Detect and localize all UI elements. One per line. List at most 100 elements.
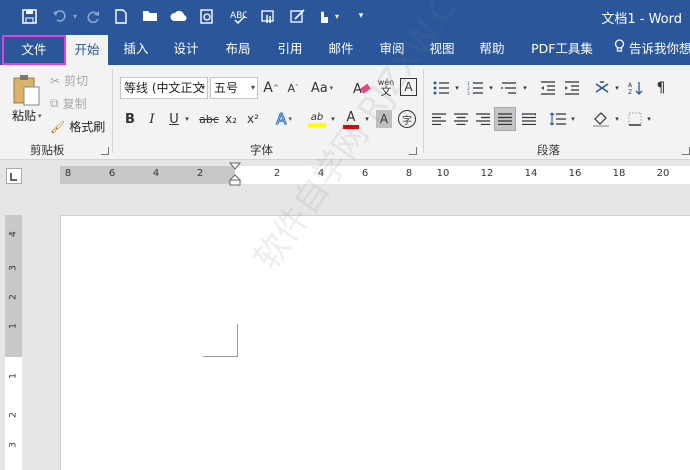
paste-label: 粘贴 (12, 109, 37, 123)
italic-icon[interactable]: I (144, 109, 160, 129)
tab-layout[interactable]: 布局 (220, 33, 256, 65)
undo-dropdown-icon[interactable]: ▾ (70, 6, 80, 26)
line-spacing-icon[interactable] (548, 109, 568, 129)
save-icon[interactable] (18, 6, 40, 26)
underline-icon[interactable]: U (166, 109, 182, 129)
paragraph-group-label: 段落 (537, 143, 560, 157)
enclose-characters-icon[interactable]: 字 (398, 110, 416, 128)
svg-text:A: A (628, 82, 633, 89)
underline-dropdown-icon[interactable]: ▾ (182, 109, 192, 129)
numbering-dropdown-icon[interactable]: ▾ (486, 78, 496, 98)
margin-corner-mark (237, 324, 238, 357)
superscript-icon[interactable]: x² (244, 109, 262, 129)
text-effects-icon[interactable]: A ▾ (274, 109, 294, 129)
cut-button[interactable]: ✂ 剪切 (50, 72, 88, 89)
bullets-dropdown-icon[interactable]: ▾ (452, 78, 462, 98)
chinese-layout-icon[interactable] (592, 78, 612, 98)
shading-icon[interactable] (590, 109, 612, 129)
open-folder-icon[interactable] (140, 6, 160, 26)
ruler-number: 14 (524, 168, 538, 179)
paste-button[interactable]: 粘贴 ▾ (12, 107, 42, 124)
save-cloud-icon[interactable] (168, 6, 188, 26)
borders-icon[interactable] (626, 109, 644, 129)
format-painter-button[interactable]: 🖌 格式刷 (50, 118, 105, 135)
ruler-number: 2 (8, 412, 19, 418)
group-separator (112, 69, 113, 153)
align-left-icon[interactable] (430, 109, 448, 129)
customize-qat-icon[interactable]: ▾ (354, 6, 368, 26)
font-name-dropdown-icon: ▾ (200, 83, 205, 92)
ruler-number: 12 (480, 168, 494, 179)
horizontal-ruler[interactable]: 8 6 4 2 2 4 6 8 10 12 14 16 18 20 (60, 162, 690, 186)
ruler-number: 10 (436, 168, 450, 179)
new-document-icon[interactable] (112, 6, 130, 26)
tab-mailings[interactable]: 邮件 (323, 33, 359, 65)
ruler-number: 1 (8, 323, 19, 329)
grow-font-icon[interactable]: A ^ (262, 78, 280, 98)
undo-icon[interactable] (50, 6, 70, 26)
align-right-icon[interactable] (474, 109, 492, 129)
tab-home[interactable]: 开始 (66, 35, 108, 65)
copy-button[interactable]: ⧉ 复制 (50, 95, 87, 112)
ruler-number: 4 (152, 168, 160, 179)
scissors-icon: ✂ (50, 73, 61, 88)
distributed-icon[interactable] (520, 109, 538, 129)
tab-file[interactable]: 文件 (2, 35, 66, 65)
lightbulb-icon (614, 33, 625, 65)
tell-me-search[interactable]: 告诉我你想 (614, 33, 690, 65)
ruler-number: 2 (8, 294, 19, 300)
chinese-layout-dropdown-icon[interactable]: ▾ (612, 78, 622, 98)
decrease-indent-icon[interactable] (538, 78, 558, 98)
paste-dropdown-icon: ▾ (38, 111, 42, 120)
print-preview-icon[interactable] (198, 6, 216, 26)
vertical-ruler[interactable]: 4 3 2 1 1 2 3 (5, 215, 22, 470)
paragraph-launcher-icon[interactable] (682, 147, 690, 155)
ruler-number: 2 (196, 168, 204, 179)
document-title: 文档1 - Word (601, 12, 682, 27)
strikethrough-icon[interactable]: abc (198, 109, 220, 129)
redo-icon[interactable] (84, 6, 102, 26)
copy-label: 复制 (62, 97, 87, 111)
ruler-number: 2 (273, 168, 281, 179)
touch-pointer-icon[interactable] (314, 6, 332, 26)
bullets-icon[interactable] (430, 78, 452, 98)
sort-icon[interactable]: AZ (626, 78, 646, 98)
document-page[interactable] (60, 215, 690, 470)
align-center-icon[interactable] (452, 109, 470, 129)
font-name-combo[interactable]: 等线 (中文正文 ▾ (120, 77, 208, 99)
spelling-icon[interactable]: ABC (228, 6, 248, 26)
paste-icon[interactable] (8, 71, 44, 109)
font-launcher-icon[interactable] (409, 147, 417, 155)
ruler-number: 6 (108, 168, 116, 179)
pointer-dropdown-icon[interactable]: ▾ (332, 6, 342, 26)
bold-icon[interactable]: B (122, 109, 138, 129)
shading-dropdown-icon[interactable]: ▾ (612, 109, 622, 129)
justify-icon[interactable] (494, 107, 516, 131)
borders-dropdown-icon[interactable]: ▾ (644, 109, 654, 129)
tab-design[interactable]: 设计 (168, 33, 204, 65)
tab-references[interactable]: 引用 (272, 33, 308, 65)
change-case-icon[interactable]: Aa ▾ (310, 78, 334, 98)
clipboard-launcher-icon[interactable] (101, 147, 109, 155)
font-size-dropdown-icon: ▾ (250, 83, 255, 92)
line-spacing-dropdown-icon[interactable]: ▾ (568, 109, 578, 129)
multilevel-dropdown-icon[interactable]: ▾ (520, 78, 530, 98)
tab-insert[interactable]: 插入 (118, 33, 154, 65)
indent-marker[interactable] (228, 162, 242, 190)
show-formatting-marks-icon[interactable]: ¶ (652, 78, 670, 98)
subscript-icon[interactable]: x₂ (222, 109, 240, 129)
multilevel-list-icon[interactable] (498, 78, 520, 98)
group-separator (423, 69, 424, 153)
increase-indent-icon[interactable] (562, 78, 582, 98)
shrink-font-icon[interactable]: Aˇ (284, 78, 302, 98)
numbering-icon[interactable]: 123 (464, 78, 486, 98)
draw-table-icon[interactable] (288, 6, 306, 26)
ruler-number: 3 (8, 442, 19, 448)
tab-pdf-tools[interactable]: PDF工具集 (526, 33, 598, 65)
touch-mode-icon[interactable] (258, 6, 278, 26)
svg-text:3: 3 (467, 91, 470, 95)
font-size-combo[interactable]: 五号 ▾ (210, 77, 258, 99)
tab-help[interactable]: 帮助 (474, 33, 510, 65)
tab-selector[interactable] (6, 168, 22, 184)
ruler-left-margin (60, 166, 235, 184)
